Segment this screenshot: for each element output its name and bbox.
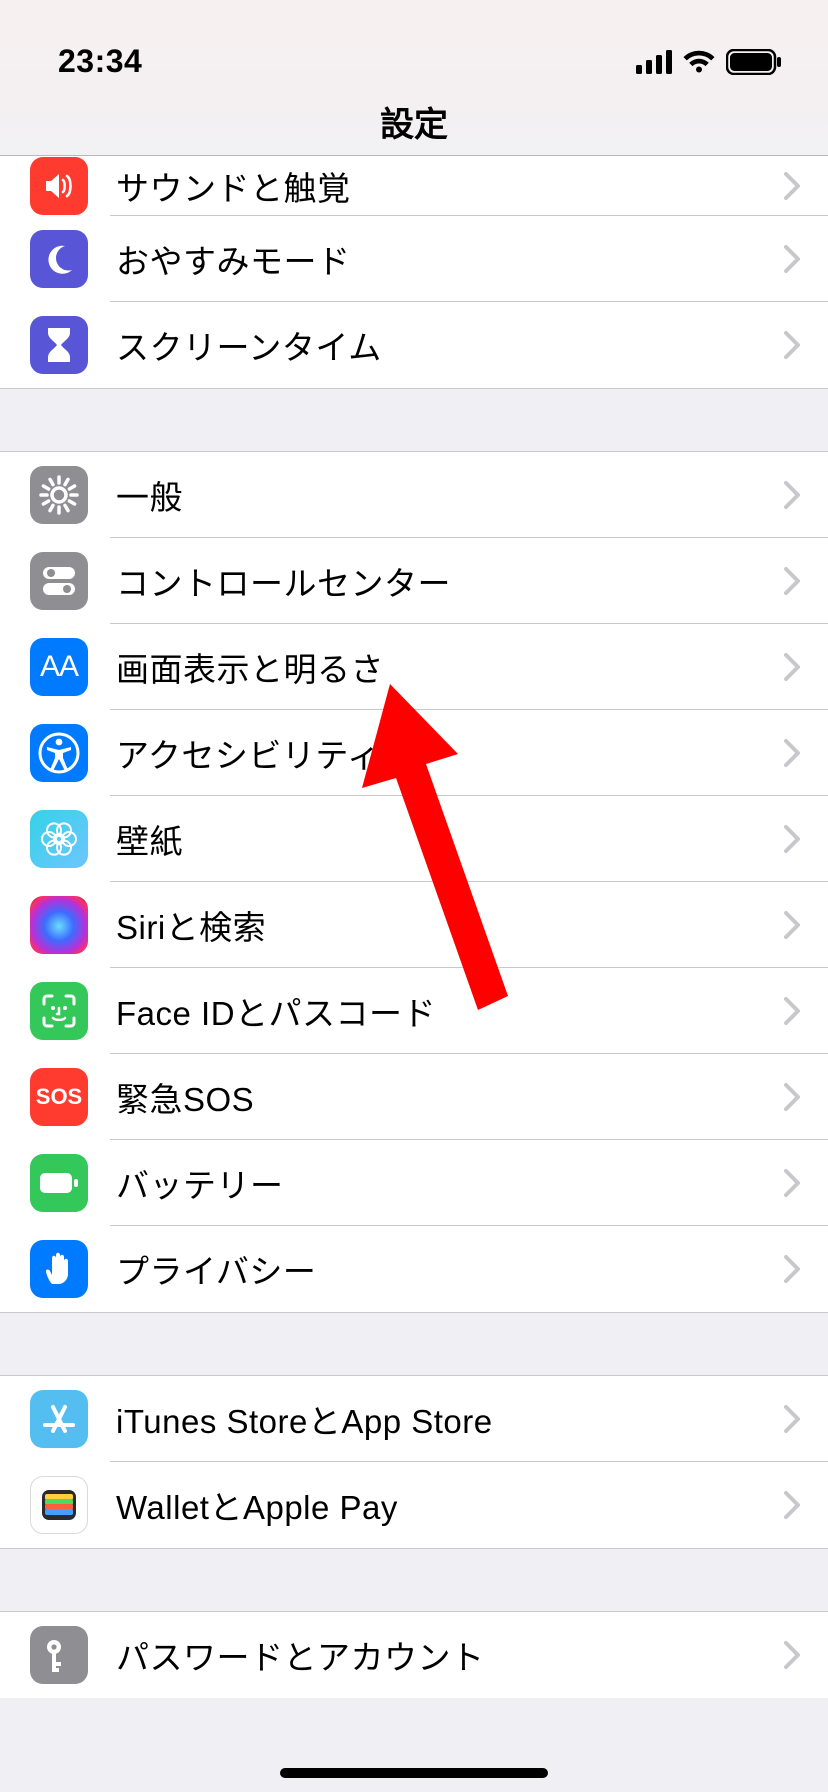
- toggles-icon: [30, 552, 88, 610]
- settings-row-label: アクセシビリティ: [116, 729, 784, 777]
- settings-row-label: WalletとApple Pay: [116, 1481, 784, 1529]
- chevron-right-icon: [784, 1641, 800, 1669]
- chevron-right-icon: [784, 825, 800, 853]
- settings-row-battery[interactable]: バッテリー: [0, 1140, 828, 1226]
- wifi-icon: [682, 50, 716, 79]
- settings-list[interactable]: サウンドと触覚おやすみモードスクリーンタイム一般コントロールセンターAA画面表示…: [0, 156, 828, 1698]
- settings-group: iTunes StoreとApp Store WalletとApple Pay: [0, 1375, 828, 1549]
- wallet-icon: [30, 1476, 88, 1534]
- hourglass-icon: [30, 316, 88, 374]
- sos-icon: SOS: [30, 1068, 88, 1126]
- settings-row-label: おやすみモード: [116, 235, 784, 283]
- status-time: 23:34: [58, 43, 142, 80]
- settings-row-siri[interactable]: Siriと検索: [0, 882, 828, 968]
- accessibility-icon: [30, 724, 88, 782]
- chevron-right-icon: [784, 481, 800, 509]
- chevron-right-icon: [784, 331, 800, 359]
- siri-icon: [30, 896, 88, 954]
- settings-row-display[interactable]: AA 画面表示と明るさ: [0, 624, 828, 710]
- settings-row-wallpaper[interactable]: 壁紙: [0, 796, 828, 882]
- chevron-right-icon: [784, 653, 800, 681]
- settings-row-label: スクリーンタイム: [116, 321, 784, 369]
- face-icon: [30, 982, 88, 1040]
- key-icon: [30, 1626, 88, 1684]
- settings-row-label: コントロールセンター: [116, 557, 784, 605]
- chevron-right-icon: [784, 739, 800, 767]
- settings-row-itunes[interactable]: iTunes StoreとApp Store: [0, 1376, 828, 1462]
- speaker-icon: [30, 157, 88, 215]
- settings-row-privacy[interactable]: プライバシー: [0, 1226, 828, 1312]
- chevron-right-icon: [784, 1491, 800, 1519]
- cellular-icon: [636, 50, 672, 79]
- settings-row-screentime[interactable]: スクリーンタイム: [0, 302, 828, 388]
- status-icons: [636, 49, 782, 80]
- settings-row-label: Siriと検索: [116, 901, 784, 949]
- chevron-right-icon: [784, 997, 800, 1025]
- chevron-right-icon: [784, 1169, 800, 1197]
- nav-bar: 設定: [0, 88, 828, 156]
- settings-row-dnd[interactable]: おやすみモード: [0, 216, 828, 302]
- settings-group: 一般コントロールセンター AA 画面表示と明るさアクセシビリティ壁紙 Siriと検索 F…: [0, 451, 828, 1313]
- chevron-right-icon: [784, 567, 800, 595]
- chevron-right-icon: [784, 245, 800, 273]
- chevron-right-icon: [784, 1083, 800, 1111]
- settings-row-sos[interactable]: SOS 緊急SOS: [0, 1054, 828, 1140]
- moon-icon: [30, 230, 88, 288]
- settings-row-label: iTunes StoreとApp Store: [116, 1395, 784, 1443]
- appstore-icon: [30, 1390, 88, 1448]
- settings-row-label: Face IDとパスコード: [116, 987, 784, 1035]
- chevron-right-icon: [784, 1255, 800, 1283]
- aa-icon: AA: [30, 638, 88, 696]
- settings-group: パスワードとアカウント: [0, 1611, 828, 1698]
- chevron-right-icon: [784, 1405, 800, 1433]
- settings-row-faceid[interactable]: Face IDとパスコード: [0, 968, 828, 1054]
- settings-row-label: プライバシー: [116, 1245, 784, 1293]
- battery-icon: [30, 1154, 88, 1212]
- chevron-right-icon: [784, 172, 800, 200]
- battery-icon: [726, 49, 782, 80]
- settings-row-accessibility[interactable]: アクセシビリティ: [0, 710, 828, 796]
- settings-row-label: バッテリー: [116, 1159, 784, 1207]
- settings-row-controlcenter[interactable]: コントロールセンター: [0, 538, 828, 624]
- settings-row-wallet[interactable]: WalletとApple Pay: [0, 1462, 828, 1548]
- home-indicator: [280, 1768, 548, 1778]
- settings-row-label: サウンドと触覚: [116, 162, 784, 210]
- settings-row-sounds[interactable]: サウンドと触覚: [0, 156, 828, 216]
- settings-row-label: 画面表示と明るさ: [116, 643, 784, 691]
- gear-icon: [30, 466, 88, 524]
- flower-icon: [30, 810, 88, 868]
- settings-row-label: 壁紙: [116, 815, 784, 863]
- settings-row-label: 緊急SOS: [116, 1073, 784, 1121]
- settings-group: サウンドと触覚おやすみモードスクリーンタイム: [0, 156, 828, 389]
- chevron-right-icon: [784, 911, 800, 939]
- settings-row-passwords[interactable]: パスワードとアカウント: [0, 1612, 828, 1698]
- status-bar: 23:34: [0, 0, 828, 88]
- page-title: 設定: [380, 97, 448, 146]
- settings-row-label: パスワードとアカウント: [116, 1631, 784, 1679]
- settings-row-label: 一般: [116, 471, 784, 519]
- hand-icon: [30, 1240, 88, 1298]
- settings-row-general[interactable]: 一般: [0, 452, 828, 538]
